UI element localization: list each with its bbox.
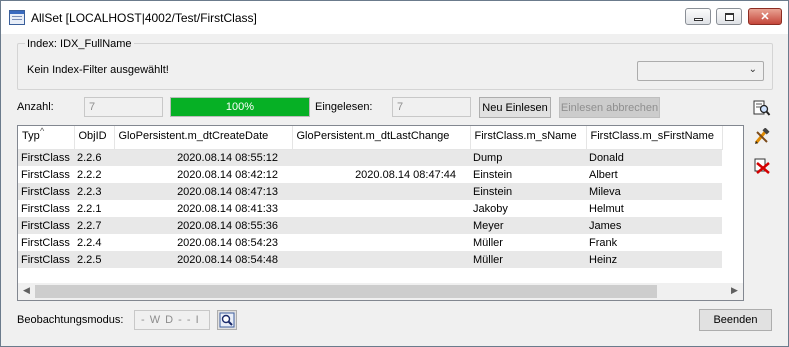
cell-last-change bbox=[292, 183, 470, 200]
column-header-typ[interactable]: ^ Typ bbox=[18, 126, 75, 150]
cell-typ: FirstClass bbox=[18, 183, 74, 200]
table-row[interactable]: FirstClass 2.2.4 2020.08.14 08:54:23 Mül… bbox=[18, 234, 722, 251]
cell-first-name: Donald bbox=[586, 149, 722, 166]
cell-name: Einstein bbox=[473, 168, 513, 181]
cell-objid: 2.2.7 bbox=[74, 217, 114, 234]
cell-name: Jakoby bbox=[473, 202, 508, 215]
cell-create-date: 2020.08.14 08:55:36 bbox=[114, 217, 292, 234]
column-header-objid[interactable]: ObjID bbox=[74, 126, 115, 150]
cell-create-date: 2020.08.14 08:55:12 bbox=[114, 149, 292, 166]
cell-first-name: Mileva bbox=[586, 183, 722, 200]
cell-create-date: 2020.08.14 08:47:13 bbox=[114, 183, 292, 200]
table-row[interactable]: FirstClass 2.2.2 2020.08.14 08:42:12 202… bbox=[18, 166, 722, 183]
cell-last-change: 2020.08.14 08:47:44 bbox=[355, 168, 456, 181]
cell-create-date: 2020.08.14 08:54:48 bbox=[114, 251, 292, 268]
cell-typ: FirstClass bbox=[18, 251, 74, 268]
index-filter-text: Kein Index-Filter ausgewählt! bbox=[27, 64, 169, 76]
observe-mode-field[interactable]: - W D - - I bbox=[134, 310, 210, 330]
column-header-label: Typ bbox=[22, 130, 40, 142]
index-filter-combo[interactable]: ⌄ bbox=[637, 61, 764, 81]
cell-last-change bbox=[292, 200, 470, 217]
cell-objid: 2.2.5 bbox=[74, 251, 114, 268]
table-row[interactable]: FirstClass 2.2.3 2020.08.14 08:47:13 Ein… bbox=[18, 183, 722, 200]
observe-mode-button[interactable] bbox=[217, 310, 237, 330]
window-title: AllSet [LOCALHOST|4002/Test/FirstClass] bbox=[31, 11, 257, 25]
index-legend: Index: IDX_FullName bbox=[25, 38, 134, 50]
cell-first-name: Frank bbox=[589, 236, 618, 249]
cell-create-date: 2020.08.14 08:54:23 bbox=[177, 236, 278, 249]
edit-object-button[interactable] bbox=[752, 127, 772, 147]
delete-x-icon bbox=[754, 158, 770, 174]
title-bar: AllSet [LOCALHOST|4002/Test/FirstClass] … bbox=[1, 1, 788, 34]
cell-first-name: Heinz bbox=[586, 251, 722, 268]
column-header-create-date[interactable]: GloPersistent.m_dtCreateDate bbox=[114, 126, 293, 150]
progress-text: 100% bbox=[225, 101, 255, 113]
table-row[interactable]: FirstClass 2.2.6 2020.08.14 08:55:12 Dum… bbox=[18, 149, 722, 166]
grid-header-row: ^ Typ ObjID GloPersistent.m_dtCreateDate… bbox=[18, 126, 723, 150]
close-window-button[interactable]: ✕ bbox=[748, 8, 782, 25]
anzahl-field[interactable]: 7 bbox=[84, 97, 163, 117]
table-row[interactable]: FirstClass 2.2.7 2020.08.14 08:55:36 Mey… bbox=[18, 217, 722, 234]
sort-ascending-icon: ^ bbox=[40, 126, 45, 136]
table-row[interactable]: FirstClass 2.2.1 2020.08.14 08:41:33 Jak… bbox=[18, 200, 722, 217]
scroll-right-arrow-icon[interactable]: ▶ bbox=[727, 285, 742, 298]
maximize-button[interactable] bbox=[716, 8, 742, 25]
column-header-name[interactable]: FirstClass.m_sName bbox=[470, 126, 587, 150]
magnifier-icon bbox=[219, 312, 235, 328]
cell-last-change bbox=[292, 217, 470, 234]
cell-first-name: Albert bbox=[589, 168, 618, 181]
table-window-icon bbox=[9, 10, 25, 25]
search-object-button[interactable] bbox=[752, 98, 772, 118]
cell-name: Dump bbox=[470, 149, 586, 166]
close-icon: ✕ bbox=[760, 11, 770, 23]
maximize-icon bbox=[724, 12, 734, 21]
load-progress-bar: 100% bbox=[170, 97, 310, 117]
objects-table: ^ Typ ObjID GloPersistent.m_dtCreateDate… bbox=[18, 126, 723, 268]
eingelesen-label: Eingelesen: bbox=[315, 101, 373, 113]
cell-typ: FirstClass bbox=[18, 217, 74, 234]
cell-name: Müller bbox=[473, 236, 503, 249]
delete-object-button[interactable] bbox=[752, 156, 772, 176]
objects-grid[interactable]: ^ Typ ObjID GloPersistent.m_dtCreateDate… bbox=[17, 125, 744, 301]
cell-last-change bbox=[292, 149, 470, 166]
cell-last-change bbox=[292, 251, 470, 268]
chevron-down-icon: ⌄ bbox=[748, 64, 757, 75]
cell-typ: FirstClass bbox=[21, 236, 70, 249]
minimize-icon bbox=[693, 18, 703, 21]
cell-objid: 2.2.2 bbox=[77, 168, 102, 181]
cell-create-date: 2020.08.14 08:41:33 bbox=[177, 202, 278, 215]
close-button[interactable]: Beenden bbox=[699, 309, 772, 331]
cell-objid: 2.2.4 bbox=[77, 236, 102, 249]
cell-typ: FirstClass bbox=[18, 149, 74, 166]
horizontal-scrollbar[interactable]: ◀ ▶ bbox=[18, 283, 743, 300]
column-header-last-change[interactable]: GloPersistent.m_dtLastChange bbox=[292, 126, 471, 150]
cell-name: Einstein bbox=[470, 183, 586, 200]
column-header-first-name[interactable]: FirstClass.m_sFirstName bbox=[586, 126, 723, 150]
cell-first-name: Helmut bbox=[589, 202, 624, 215]
cell-name: Meyer bbox=[470, 217, 586, 234]
cell-create-date: 2020.08.14 08:42:12 bbox=[177, 168, 278, 181]
cell-last-change bbox=[292, 234, 470, 251]
scrollbar-thumb[interactable] bbox=[35, 285, 657, 298]
cell-typ: FirstClass bbox=[21, 202, 70, 215]
cell-objid: 2.2.3 bbox=[74, 183, 114, 200]
magnifier-document-icon bbox=[753, 100, 771, 116]
eingelesen-field[interactable]: 7 bbox=[392, 97, 471, 117]
cell-typ: FirstClass bbox=[21, 168, 70, 181]
cell-objid: 2.2.1 bbox=[77, 202, 102, 215]
cell-objid: 2.2.6 bbox=[74, 149, 114, 166]
abort-load-button[interactable]: Einlesen abbrechen bbox=[559, 97, 660, 118]
cell-first-name: James bbox=[586, 217, 722, 234]
pencil-hammer-icon bbox=[754, 128, 770, 144]
cell-name: Müller bbox=[470, 251, 586, 268]
minimize-button[interactable] bbox=[685, 8, 711, 25]
scroll-left-arrow-icon[interactable]: ◀ bbox=[19, 285, 34, 298]
reload-button[interactable]: Neu Einlesen bbox=[479, 97, 551, 118]
observe-mode-label: Beobachtungsmodus: bbox=[17, 314, 124, 326]
allset-window: AllSet [LOCALHOST|4002/Test/FirstClass] … bbox=[0, 0, 789, 347]
anzahl-label: Anzahl: bbox=[17, 101, 54, 113]
table-row[interactable]: FirstClass 2.2.5 2020.08.14 08:54:48 Mül… bbox=[18, 251, 722, 268]
